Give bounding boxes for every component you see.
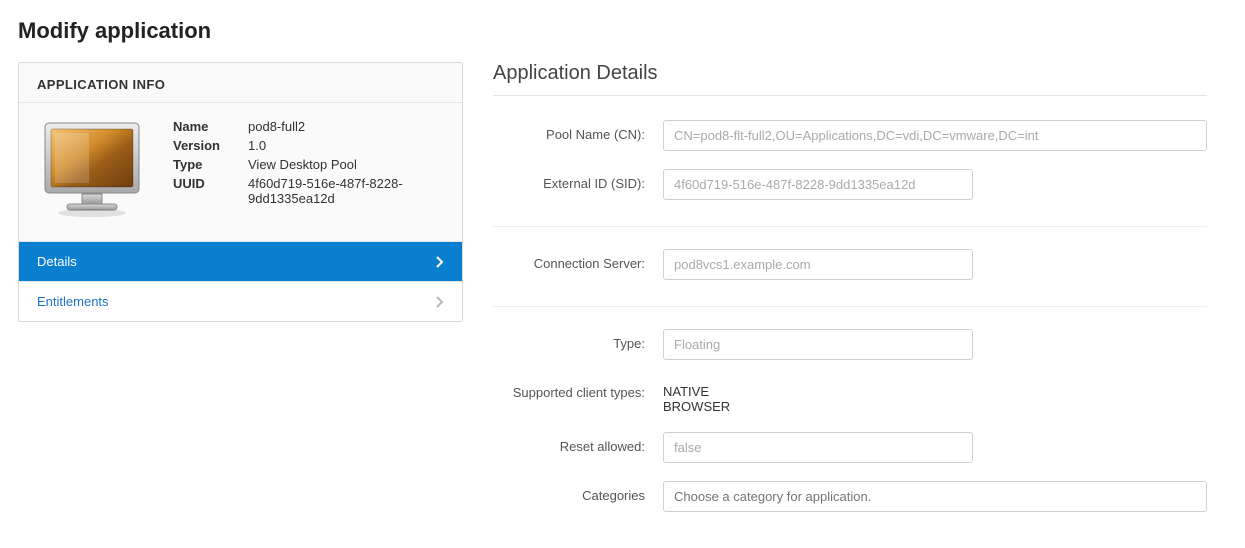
- application-info-header: APPLICATION INFO: [19, 63, 462, 103]
- info-version-label: Version: [173, 138, 248, 153]
- info-name-value: pod8-full2: [248, 119, 444, 134]
- desktop-monitor-icon: [37, 119, 147, 219]
- pool-name-label: Pool Name (CN):: [493, 120, 663, 142]
- nav-item-details-label: Details: [37, 254, 77, 269]
- page-title: Modify application: [18, 18, 1227, 44]
- supported-client-types-label: Supported client types:: [493, 378, 663, 400]
- type-field: [663, 329, 973, 360]
- chevron-right-icon: [436, 256, 444, 268]
- categories-label: Categories: [493, 481, 663, 503]
- info-name-label: Name: [173, 119, 248, 134]
- nav-item-details[interactable]: Details: [19, 241, 462, 281]
- chevron-right-icon: [436, 296, 444, 308]
- reset-allowed-field: [663, 432, 973, 463]
- nav-item-entitlements[interactable]: Entitlements: [19, 281, 462, 321]
- connection-server-label: Connection Server:: [493, 249, 663, 271]
- pool-name-field: [663, 120, 1207, 151]
- supported-client-types-value: NATIVE BROWSER: [663, 378, 1207, 414]
- categories-field[interactable]: [663, 481, 1207, 512]
- type-label: Type:: [493, 329, 663, 351]
- external-id-field: [663, 169, 973, 200]
- application-details-heading: Application Details: [493, 62, 1207, 96]
- info-version-value: 1.0: [248, 138, 444, 153]
- application-info-fields: Name pod8-full2 Version 1.0 Type View De…: [173, 119, 444, 206]
- external-id-label: External ID (SID):: [493, 169, 663, 191]
- info-type-value: View Desktop Pool: [248, 157, 444, 172]
- info-uuid-label: UUID: [173, 176, 248, 206]
- connection-server-field: [663, 249, 973, 280]
- info-type-label: Type: [173, 157, 248, 172]
- nav-item-entitlements-label: Entitlements: [37, 294, 109, 309]
- reset-allowed-label: Reset allowed:: [493, 432, 663, 454]
- application-info-card: APPLICATION INFO: [18, 62, 463, 322]
- info-uuid-value: 4f60d719-516e-487f-8228-9dd1335ea12d: [248, 176, 444, 206]
